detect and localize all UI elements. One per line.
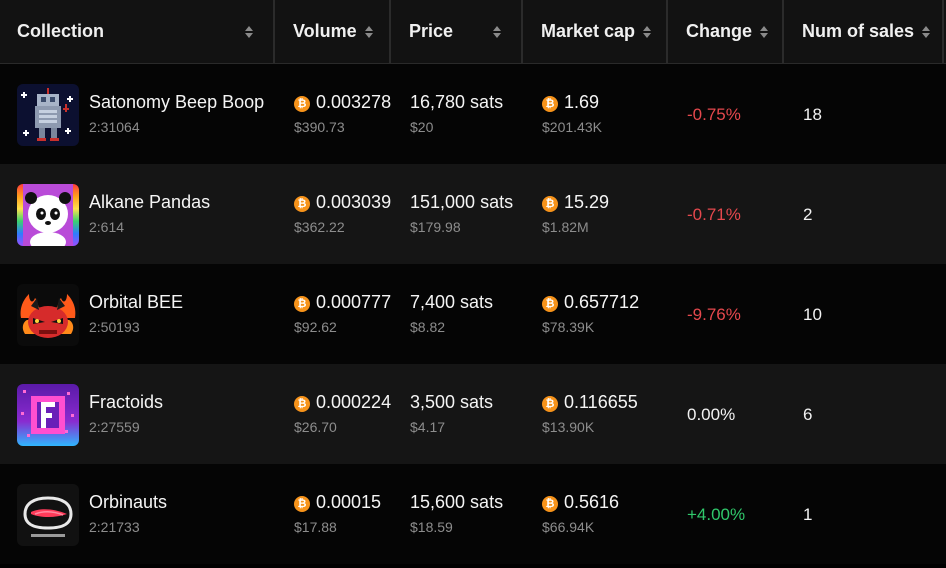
- table-row[interactable]: Satonomy Beep Boop 2:31064 ₿ 0.003278 $39…: [0, 64, 946, 164]
- volume-usd: $390.73: [294, 119, 345, 135]
- table-row[interactable]: Alkane Pandas 2:614 ₿ 0.003039 $362.22 15…: [0, 164, 946, 264]
- collections-table: Collection Volume Price Market cap Chang…: [0, 0, 946, 568]
- table-header: Collection Volume Price Market cap Chang…: [0, 0, 946, 64]
- header-num-sales[interactable]: Num of sales: [784, 0, 944, 63]
- change-value: -0.71%: [687, 205, 741, 224]
- bitcoin-icon: ₿: [294, 196, 310, 212]
- robot-pixel-icon: [17, 84, 79, 146]
- collection-name[interactable]: Orbital BEE: [89, 292, 183, 313]
- change-value: -9.76%: [687, 305, 741, 324]
- table-row[interactable]: Orbinauts 2:21733 ₿ 0.00015 $17.88 15,600…: [0, 464, 946, 564]
- volume-btc: ₿ 0.00015: [294, 492, 381, 513]
- market-cap-usd: $1.82M: [542, 219, 589, 235]
- bitcoin-icon: ₿: [542, 196, 558, 212]
- collection-id: 2:614: [89, 219, 125, 235]
- header-volume-label: Volume: [293, 21, 357, 41]
- volume-btc: ₿ 0.000777: [294, 292, 391, 313]
- bitcoin-icon: ₿: [294, 496, 310, 512]
- market-cap-usd: $201.43K: [542, 119, 602, 135]
- sort-icon[interactable]: [364, 25, 373, 38]
- price-sats: 7,400 sats: [410, 292, 494, 312]
- red-bee-icon: [17, 284, 79, 346]
- table-row[interactable]: Fractoids 2:27559 ₿ 0.000224 $26.70 3,500…: [0, 364, 946, 464]
- bitcoin-icon: ₿: [294, 396, 310, 412]
- volume-usd: $17.88: [294, 519, 337, 535]
- header-volume[interactable]: Volume: [275, 0, 391, 63]
- collection-name[interactable]: Orbinauts: [89, 492, 167, 513]
- collection-name[interactable]: Alkane Pandas: [89, 192, 210, 213]
- price-usd: $8.82: [410, 319, 446, 335]
- header-market-cap-label: Market cap: [541, 21, 636, 41]
- collection-name[interactable]: Fractoids: [89, 392, 163, 413]
- num-sales-value: 1: [803, 505, 813, 524]
- header-price-label: Price: [409, 21, 454, 41]
- price-usd: $4.17: [410, 419, 446, 435]
- num-sales-value: 2: [803, 205, 813, 224]
- bitcoin-icon: ₿: [542, 396, 558, 412]
- market-cap-btc: ₿ 0.5616: [542, 492, 619, 513]
- collection-id: 2:21733: [89, 519, 140, 535]
- market-cap-usd: $78.39K: [542, 319, 595, 335]
- header-price[interactable]: Price: [391, 0, 523, 63]
- market-cap-btc: ₿ 0.657712: [542, 292, 639, 313]
- price-sats: 151,000 sats: [410, 192, 514, 212]
- header-change-label: Change: [686, 21, 753, 41]
- collection-id: 2:31064: [89, 119, 140, 135]
- sort-icon[interactable]: [760, 25, 769, 38]
- market-cap-btc: ₿ 15.29: [542, 192, 609, 213]
- bitcoin-icon: ₿: [294, 296, 310, 312]
- price-sats: 16,780 sats: [410, 92, 504, 112]
- table-row[interactable]: Orbital BEE 2:50193 ₿ 0.000777 $92.62 7,4…: [0, 264, 946, 364]
- market-cap-usd: $66.94K: [542, 519, 595, 535]
- panda-icon: [17, 184, 79, 246]
- volume-usd: $92.62: [294, 319, 337, 335]
- price-sats: 15,600 sats: [410, 492, 504, 512]
- change-value: +4.00%: [687, 505, 746, 524]
- header-num-sales-label: Num of sales: [802, 21, 915, 41]
- fractoid-f-icon: [17, 384, 79, 446]
- bitcoin-icon: ₿: [542, 96, 558, 112]
- volume-btc: ₿ 0.000224: [294, 392, 391, 413]
- volume-btc: ₿ 0.003039: [294, 192, 391, 213]
- volume-usd: $26.70: [294, 419, 337, 435]
- collection-id: 2:27559: [89, 419, 140, 435]
- header-collection-label: Collection: [17, 21, 105, 41]
- num-sales-value: 6: [803, 405, 813, 424]
- price-usd: $179.98: [410, 219, 461, 235]
- bitcoin-icon: ₿: [542, 496, 558, 512]
- bitcoin-icon: ₿: [294, 96, 310, 112]
- sort-icon[interactable]: [643, 25, 652, 38]
- header-market-cap[interactable]: Market cap: [523, 0, 668, 63]
- change-value: 0.00%: [687, 405, 736, 424]
- num-sales-value: 10: [803, 305, 822, 324]
- market-cap-btc: ₿ 0.116655: [542, 392, 638, 413]
- sort-icon[interactable]: [245, 25, 253, 38]
- sort-icon[interactable]: [493, 25, 501, 38]
- num-sales-value: 18: [803, 105, 822, 124]
- market-cap-usd: $13.90K: [542, 419, 595, 435]
- bitcoin-icon: ₿: [542, 296, 558, 312]
- collection-id: 2:50193: [89, 319, 140, 335]
- change-value: -0.75%: [687, 105, 741, 124]
- sort-icon[interactable]: [922, 25, 931, 38]
- header-collection[interactable]: Collection: [0, 0, 275, 63]
- market-cap-btc: ₿ 1.69: [542, 92, 599, 113]
- price-sats: 3,500 sats: [410, 392, 494, 412]
- volume-btc: ₿ 0.003278: [294, 92, 391, 113]
- volume-usd: $362.22: [294, 219, 345, 235]
- header-change[interactable]: Change: [668, 0, 784, 63]
- price-usd: $20: [410, 119, 434, 135]
- collection-name[interactable]: Satonomy Beep Boop: [89, 92, 264, 113]
- orbinauts-logo-icon: [17, 484, 79, 546]
- price-usd: $18.59: [410, 519, 453, 535]
